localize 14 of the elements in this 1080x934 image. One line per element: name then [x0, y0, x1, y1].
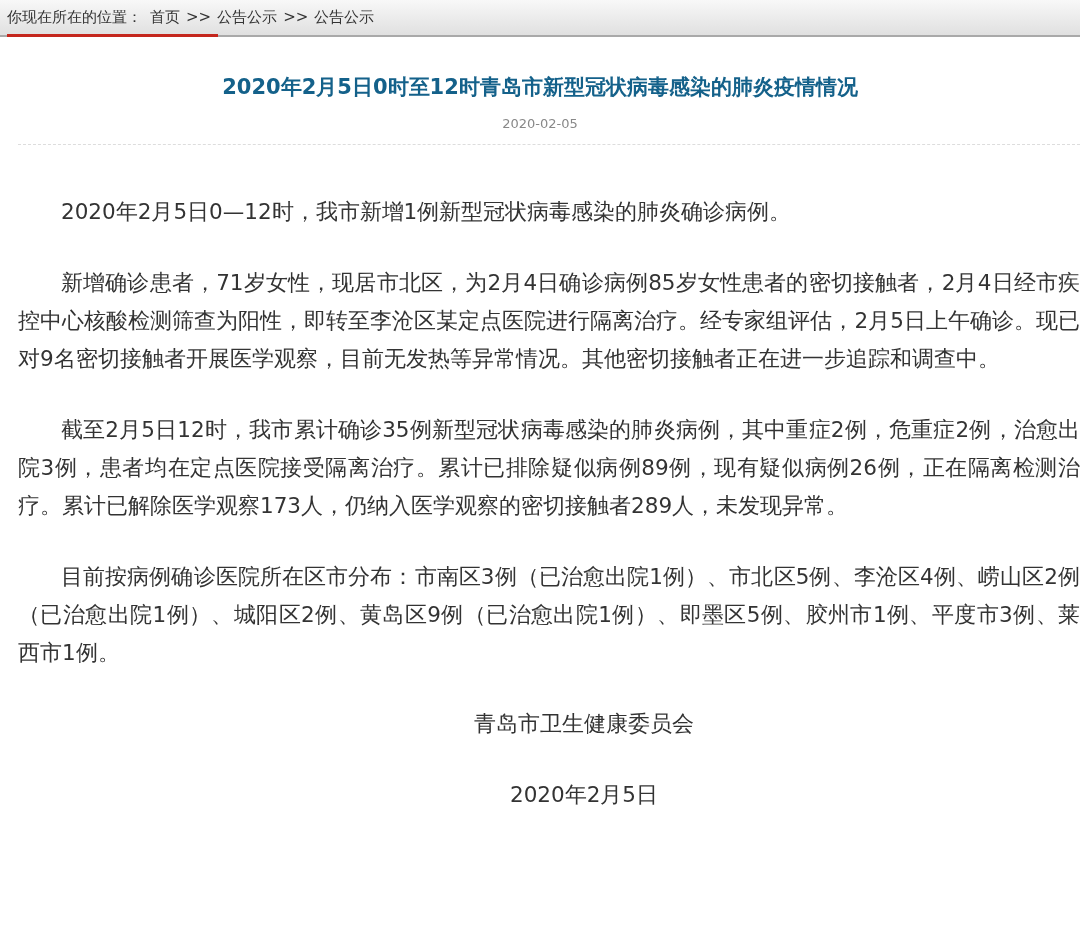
paragraph: 新增确诊患者，71岁女性，现居市北区，为2月4日确诊病例85岁女性患者的密切接触者，2月4日经市疾控中心核酸检测筛查为阳性，即转至李沧区某定点医院进行隔离治疗。经专家组评估，2月5日上午确诊。现已对9名密切接触者开展医学观察，目前无发热等异常情况。其他密切接触者正在进一步追踪和调查中。: [18, 268, 1080, 373]
breadcrumb-link[interactable]: 首页: [150, 6, 180, 29]
signature-date: 2020年2月5日: [508, 780, 660, 809]
signature: 青岛市卫生健康委员会: [473, 709, 695, 738]
paragraph: 截至2月5日12时，我市累计确诊35例新型冠状病毒感染的肺炎病例，其中重症2例，危重症2例，治愈出院3例，患者均在定点医院接受隔离治疗。累计已排除疑似病例89例，现有疑似病例26例，正在隔离检测治疗。累计已解除医学观察173人，仍纳入医学观察的密切接触者289人，未发现异常。: [18, 415, 1080, 520]
paragraph: 2020年2月5日0—12时，我市新增1例新型冠状病毒感染的肺炎确诊病例。: [60, 197, 793, 226]
location-label: 你现在所在的位置：: [7, 7, 142, 29]
breadcrumb-separator: >>: [283, 7, 309, 29]
article-title: 2020年2月5日0时至12时青岛市新型冠状病毒感染的肺炎疫情情况: [221, 75, 859, 101]
publish-date: 2020-02-05: [501, 115, 579, 134]
breadcrumb-link[interactable]: 公告公示: [217, 6, 278, 29]
paragraph: 目前按病例确诊医院所在区市分布：市南区3例（已治愈出院1例）、市北区5例、李沧区4例、崂山区2例（已治愈出院1例）、城阳区2例、黄岛区9例（已治愈出院1例）、即墨区5例、胶州市1例、平度市3例、莱西市1例。: [18, 562, 1080, 667]
breadcrumb-link[interactable]: 公告公示: [314, 6, 375, 29]
breadcrumb-separator: >>: [186, 7, 212, 29]
